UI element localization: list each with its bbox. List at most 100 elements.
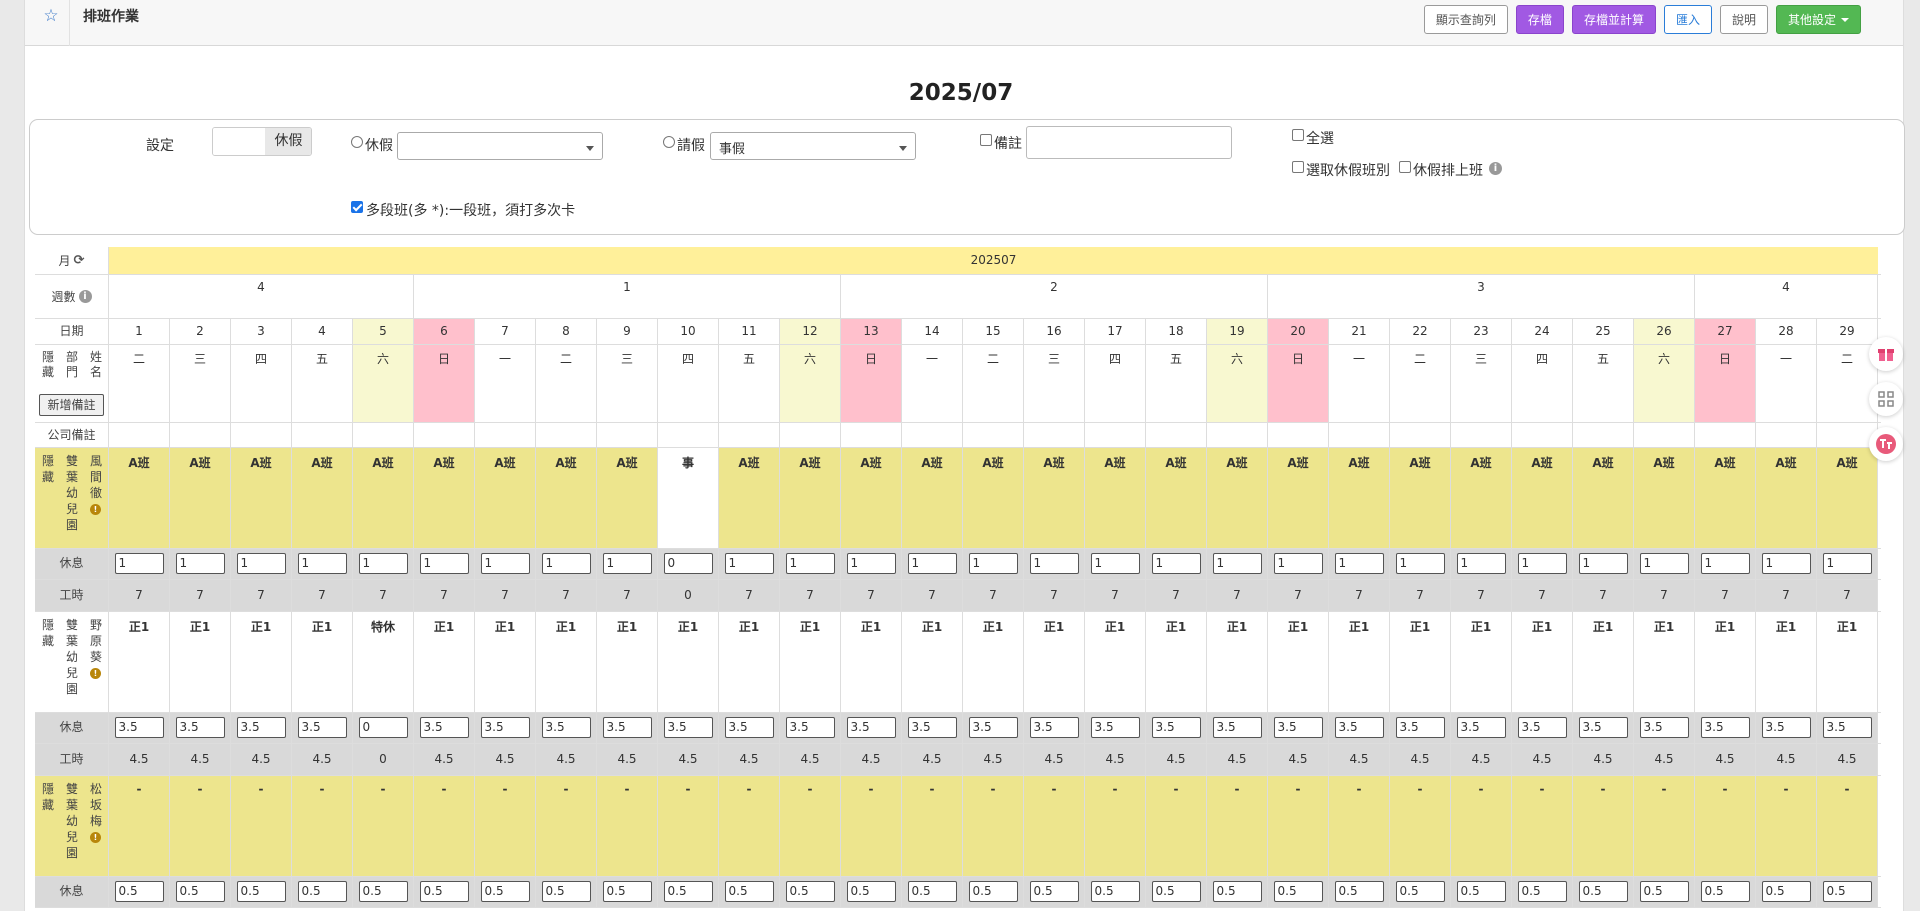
shift-cell[interactable]: - xyxy=(170,776,231,876)
shift-cell[interactable]: - xyxy=(963,776,1024,876)
rest-input[interactable]: 3.5 xyxy=(1273,717,1323,738)
shift-cell[interactable]: - xyxy=(292,776,353,876)
select-leave-shift-checkbox[interactable] xyxy=(1292,161,1304,173)
select-all-checkbox[interactable] xyxy=(1292,129,1304,141)
company-note-cell[interactable] xyxy=(353,423,414,447)
warning-icon[interactable]: ! xyxy=(90,504,101,515)
rest-input[interactable]: 1 xyxy=(907,553,957,574)
shift-cell[interactable]: A班 xyxy=(292,448,353,548)
company-note-cell[interactable] xyxy=(1573,423,1634,447)
company-note-cell[interactable] xyxy=(109,423,170,447)
shift-cell[interactable]: 正1 xyxy=(1634,612,1695,712)
rest-input[interactable]: 0.5 xyxy=(1090,881,1140,902)
shift-cell[interactable]: A班 xyxy=(1207,448,1268,548)
shift-cell[interactable]: - xyxy=(231,776,292,876)
shift-cell[interactable]: A班 xyxy=(1634,448,1695,548)
shift-cell[interactable]: A班 xyxy=(1451,448,1512,548)
leave-radio[interactable] xyxy=(351,136,363,148)
request-select[interactable]: 事假 xyxy=(710,132,916,160)
shift-cell[interactable]: 正1 xyxy=(1329,612,1390,712)
rest-input[interactable]: 0.5 xyxy=(236,881,286,902)
rest-input[interactable]: 0.5 xyxy=(907,881,957,902)
rest-input[interactable]: 3.5 xyxy=(1212,717,1262,738)
rest-input[interactable]: 0.5 xyxy=(297,881,347,902)
rest-input[interactable]: 1 xyxy=(175,553,225,574)
shift-cell[interactable]: - xyxy=(1390,776,1451,876)
rest-input[interactable]: 3.5 xyxy=(114,717,164,738)
rest-input[interactable]: 0.5 xyxy=(663,881,713,902)
company-note-cell[interactable] xyxy=(963,423,1024,447)
shift-cell[interactable]: 正1 xyxy=(719,612,780,712)
shift-cell[interactable]: 正1 xyxy=(658,612,719,712)
shift-cell[interactable]: A班 xyxy=(1512,448,1573,548)
rest-input[interactable]: 3.5 xyxy=(1517,717,1567,738)
shift-cell[interactable]: - xyxy=(597,776,658,876)
leave-on-shift-checkbox[interactable] xyxy=(1399,161,1411,173)
rest-input[interactable]: 3.5 xyxy=(1334,717,1384,738)
shift-cell[interactable]: 正1 xyxy=(1573,612,1634,712)
rest-input[interactable]: 1 xyxy=(419,553,469,574)
shift-cell[interactable]: - xyxy=(1268,776,1329,876)
shift-cell[interactable]: A班 xyxy=(109,448,170,548)
rest-input[interactable]: 0.5 xyxy=(1639,881,1689,902)
shift-cell[interactable]: - xyxy=(719,776,780,876)
rest-input[interactable]: 1 xyxy=(1029,553,1079,574)
shift-cell[interactable]: A班 xyxy=(231,448,292,548)
shift-cell[interactable]: 特休 xyxy=(353,612,414,712)
rest-input[interactable]: 0 xyxy=(358,717,408,738)
rest-input[interactable]: 0.5 xyxy=(1456,881,1506,902)
company-note-cell[interactable] xyxy=(1756,423,1817,447)
save-calc-button[interactable]: 存檔並計算 xyxy=(1571,5,1656,34)
save-button[interactable]: 存檔 xyxy=(1515,5,1564,34)
shift-cell[interactable]: 正1 xyxy=(1451,612,1512,712)
company-note-cell[interactable] xyxy=(719,423,780,447)
translate-icon[interactable] xyxy=(1869,427,1903,461)
add-note-button[interactable]: 新增備註 xyxy=(39,394,104,416)
shift-cell[interactable]: - xyxy=(1695,776,1756,876)
rest-input[interactable]: 0.5 xyxy=(1395,881,1445,902)
company-note-cell[interactable] xyxy=(1085,423,1146,447)
shift-cell[interactable]: A班 xyxy=(1817,448,1878,548)
rest-input[interactable]: 0.5 xyxy=(785,881,835,902)
shift-cell[interactable]: A班 xyxy=(170,448,231,548)
shift-cell[interactable]: 正1 xyxy=(597,612,658,712)
shift-cell[interactable]: 正1 xyxy=(1512,612,1573,712)
multi-shift-checkbox[interactable] xyxy=(351,201,363,213)
shift-cell[interactable]: A班 xyxy=(536,448,597,548)
shift-cell[interactable]: 正1 xyxy=(1207,612,1268,712)
request-radio[interactable] xyxy=(663,136,675,148)
shift-cell[interactable]: - xyxy=(1634,776,1695,876)
shift-cell[interactable]: 正1 xyxy=(963,612,1024,712)
rest-input[interactable]: 1 xyxy=(1761,553,1811,574)
rest-input[interactable]: 0.5 xyxy=(541,881,591,902)
rest-input[interactable]: 0.5 xyxy=(968,881,1018,902)
shift-cell[interactable]: A班 xyxy=(1695,448,1756,548)
shift-cell[interactable]: 正1 xyxy=(109,612,170,712)
rest-input[interactable]: 3.5 xyxy=(1639,717,1689,738)
rest-input[interactable]: 0.5 xyxy=(1517,881,1567,902)
shift-cell[interactable]: A班 xyxy=(902,448,963,548)
company-note-cell[interactable] xyxy=(1451,423,1512,447)
rest-input[interactable]: 0.5 xyxy=(846,881,896,902)
rest-input[interactable]: 1 xyxy=(236,553,286,574)
rest-input[interactable]: 0.5 xyxy=(1822,881,1872,902)
rest-input[interactable]: 1 xyxy=(1639,553,1689,574)
rest-input[interactable]: 3.5 xyxy=(1761,717,1811,738)
info-icon[interactable]: i xyxy=(78,290,92,303)
rest-input[interactable]: 0.5 xyxy=(114,881,164,902)
rest-input[interactable]: 3.5 xyxy=(968,717,1018,738)
rest-input[interactable]: 0.5 xyxy=(1029,881,1079,902)
shift-cell[interactable]: - xyxy=(353,776,414,876)
shift-cell[interactable]: 正1 xyxy=(902,612,963,712)
rest-input[interactable]: 0.5 xyxy=(358,881,408,902)
star-icon[interactable]: ☆ xyxy=(41,6,61,26)
shift-cell[interactable]: 正1 xyxy=(1756,612,1817,712)
company-note-cell[interactable] xyxy=(1695,423,1756,447)
shift-cell[interactable]: - xyxy=(902,776,963,876)
rest-input[interactable]: 1 xyxy=(297,553,347,574)
rest-input[interactable]: 1 xyxy=(785,553,835,574)
shift-cell[interactable]: 正1 xyxy=(841,612,902,712)
company-note-cell[interactable] xyxy=(536,423,597,447)
rest-input[interactable]: 1 xyxy=(358,553,408,574)
shift-cell[interactable]: A班 xyxy=(1146,448,1207,548)
